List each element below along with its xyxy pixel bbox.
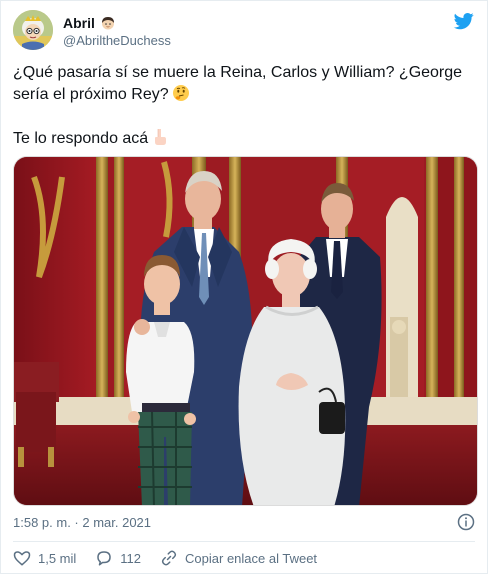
- tweet-actions: 1,5 mil 112 Copiar enlace al Tweet: [13, 549, 336, 567]
- author-name[interactable]: Abril: [63, 15, 116, 31]
- tweet-photo[interactable]: [13, 156, 478, 506]
- woman-emoji-icon: [101, 17, 114, 30]
- copy-link-label: Copiar enlace al Tweet: [185, 550, 318, 566]
- tweet-line-1: ¿Qué pasaría sí se muere la Reina, Carlo…: [13, 62, 475, 106]
- twitter-bird-icon[interactable]: [453, 11, 475, 31]
- reply-button[interactable]: 112: [95, 549, 141, 567]
- heart-icon: [13, 551, 31, 566]
- tweet-line-1-text: ¿Qué pasaría sí se muere la Reina, Carlo…: [13, 64, 463, 103]
- pointing-down-emoji-icon: [155, 129, 167, 145]
- royal-family-photo-icon: [14, 157, 477, 505]
- actions-divider: [13, 541, 475, 542]
- tweet-line-2: Te lo respondo acá: [13, 128, 475, 150]
- thinking-face-emoji-icon: [172, 85, 189, 101]
- like-count: 1,5 mil: [38, 550, 77, 566]
- tweet-card: Abril @AbriltheDuchess ¿Qué pasaría sí s…: [0, 0, 488, 574]
- tweet-timestamp[interactable]: 1:58 p. m. · 2 mar. 2021: [13, 515, 151, 530]
- reply-count: 112: [120, 550, 142, 566]
- reply-bubble-icon: [97, 551, 112, 566]
- tweet-line-2-text: Te lo respondo acá: [13, 130, 149, 147]
- author-name-text: Abril: [63, 15, 95, 31]
- author-handle[interactable]: @AbriltheDuchess: [63, 33, 171, 48]
- author-avatar[interactable]: [13, 10, 53, 50]
- copy-link-button[interactable]: Copiar enlace al Tweet: [160, 549, 317, 567]
- info-icon[interactable]: [457, 513, 475, 531]
- tweet-text: ¿Qué pasaría sí se muere la Reina, Carlo…: [13, 62, 475, 150]
- queen-avatar-icon: [13, 10, 53, 50]
- link-icon: [161, 550, 177, 566]
- like-button[interactable]: 1,5 mil: [13, 549, 76, 567]
